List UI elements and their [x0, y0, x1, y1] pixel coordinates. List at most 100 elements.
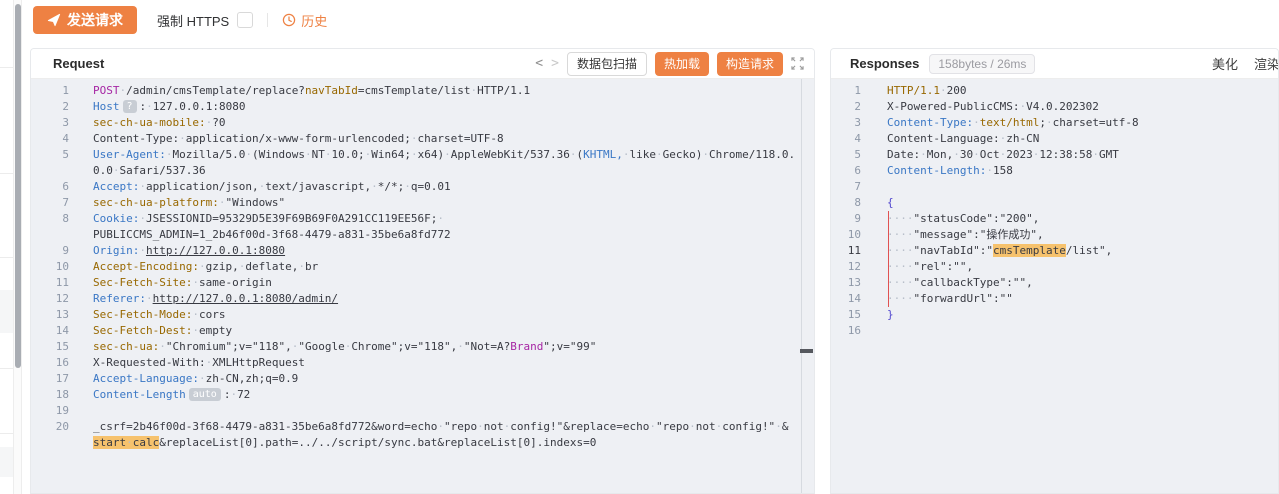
code-line: 17Accept-Language:·zh-CN,zh;q=0.9 [31, 371, 814, 387]
line-number: 17 [31, 371, 93, 387]
code-text: ····"rel":"", [887, 259, 1278, 275]
force-https-checkbox[interactable] [237, 12, 253, 28]
send-request-button[interactable]: 发送请求 [33, 6, 137, 34]
fullscreen-icon[interactable] [791, 57, 804, 70]
line-number: 1 [831, 83, 887, 99]
clipped-side-list [0, 0, 13, 494]
divider [0, 257, 13, 258]
editor-scrollbar-track[interactable] [801, 79, 802, 493]
history-forward-button[interactable]: > [551, 57, 559, 70]
line-number: 14 [31, 323, 93, 339]
line-number: 5 [31, 147, 93, 163]
code-text: Sec-Fetch-Dest:·empty [93, 323, 814, 339]
code-line: 16X-Requested-With:·XMLHttpRequest [31, 355, 814, 371]
beautify-button[interactable]: 美化 [1212, 54, 1238, 73]
code-line: 1HTTP/1.1·200 [831, 83, 1278, 99]
code-text [93, 403, 814, 419]
request-panel-header: Request < > 数据包扫描 热加载 构造请求 [31, 49, 814, 79]
divider [0, 67, 13, 68]
code-text: Content-Language:·zh-CN [887, 131, 1278, 147]
response-code-editor[interactable]: 1HTTP/1.1·2002X-Powered-PublicCMS:·V4.0.… [831, 79, 1278, 493]
line-number: 12 [31, 291, 93, 307]
code-text [887, 179, 1278, 195]
code-text: X-Requested-With:·XMLHttpRequest [93, 355, 814, 371]
page-scrollbar[interactable] [13, 0, 22, 494]
code-line: 7sec-ch-ua-platform:·"Windows" [31, 195, 814, 211]
code-line: 3Content-Type:·text/html;·charset=utf-8 [831, 115, 1278, 131]
code-text: Content-Lengthauto:·72 [93, 387, 814, 403]
line-number: 4 [831, 131, 887, 147]
request-code-editor[interactable]: 1POST·/admin/cmsTemplate/replace?navTabI… [31, 79, 814, 493]
line-number: 15 [831, 307, 887, 323]
code-line: 14Sec-Fetch-Dest:·empty [31, 323, 814, 339]
line-number: 9 [831, 211, 887, 227]
code-text: Referer:·http://127.0.0.1:8080/admin/ [93, 291, 814, 307]
line-number: 3 [31, 115, 93, 131]
code-text: Origin:·http://127.0.0.1:8080 [93, 243, 814, 259]
line-number: 1 [31, 83, 93, 99]
code-line: 5User-Agent:·Mozilla/5.0·(Windows·NT·10.… [31, 147, 814, 163]
response-panel-header: Responses 158bytes / 26ms 美化 渲染 [831, 49, 1278, 79]
code-text: Accept:·application/json,·text/javascrip… [93, 179, 814, 195]
code-line: 11····"navTabId":"cmsTemplate/list", [831, 243, 1278, 259]
request-panel: Request < > 数据包扫描 热加载 构造请求 1POST·/admin/… [30, 48, 815, 494]
code-text: } [887, 307, 1278, 323]
code-line: 20_csrf=2b46f00d-3f68-4479-a831-35be6a8f… [31, 419, 814, 435]
packet-scan-button[interactable]: 数据包扫描 [567, 52, 647, 76]
code-line: 13Sec-Fetch-Mode:·cors [31, 307, 814, 323]
inline-badge: ? [123, 100, 137, 113]
line-number [31, 163, 93, 179]
code-text: Accept-Language:·zh-CN,zh;q=0.9 [93, 371, 814, 387]
inline-badge: auto [189, 388, 221, 401]
code-line: 8{ [831, 195, 1278, 211]
code-line: 3sec-ch-ua-mobile:·?0 [31, 115, 814, 131]
line-number: 6 [31, 179, 93, 195]
line-number: 15 [31, 339, 93, 355]
line-number: 18 [31, 387, 93, 403]
line-number: 3 [831, 115, 887, 131]
code-line: 10Accept-Encoding:·gzip,·deflate,·br [31, 259, 814, 275]
history-back-button[interactable]: < [535, 57, 543, 70]
code-text: ····"callbackType":"", [887, 275, 1278, 291]
code-text: _csrf=2b46f00d-3f68-4479-a831-35be6a8fd7… [93, 419, 814, 435]
history-button[interactable]: 历史 [282, 11, 327, 30]
hot-reload-button[interactable]: 热加载 [655, 52, 709, 76]
line-number: 7 [831, 179, 887, 195]
code-line: 2Host?:·127.0.0.1:8080 [31, 99, 814, 115]
code-text: Cookie:·JSESSIONID=95329D5E39F69B69F0A29… [93, 211, 814, 227]
code-text: start·calc&replaceList[0].path=../../scr… [93, 435, 814, 451]
line-number: 16 [31, 355, 93, 371]
line-number: 6 [831, 163, 887, 179]
code-line: 13····"callbackType":"", [831, 275, 1278, 291]
indent-guide [888, 275, 889, 291]
editor-scroll-marker[interactable] [800, 349, 813, 353]
code-text: sec-ch-ua-mobile:·?0 [93, 115, 814, 131]
divider [267, 13, 268, 27]
code-line: 14····"forwardUrl":"" [831, 291, 1278, 307]
code-text: POST·/admin/cmsTemplate/replace?navTabId… [93, 83, 814, 99]
code-line: 8Cookie:·JSESSIONID=95329D5E39F69B69F0A2… [31, 211, 814, 227]
line-number [31, 435, 93, 451]
build-request-button[interactable]: 构造请求 [717, 52, 783, 76]
code-text: 0.0·Safari/537.36 [93, 163, 814, 179]
indent-guide [888, 291, 889, 307]
code-line: 10····"message":"操作成功", [831, 227, 1278, 243]
page-scrollbar-thumb[interactable] [15, 4, 21, 368]
line-number: 8 [831, 195, 887, 211]
render-button[interactable]: 渲染 [1254, 54, 1279, 73]
line-number: 11 [31, 275, 93, 291]
code-line: 12····"rel":"", [831, 259, 1278, 275]
indent-guide [888, 259, 889, 275]
code-line: 6Accept:·application/json,·text/javascri… [31, 179, 814, 195]
line-number: 10 [31, 259, 93, 275]
code-text: ····"message":"操作成功", [887, 227, 1278, 243]
clock-icon [282, 13, 296, 27]
code-line: 15} [831, 307, 1278, 323]
request-title: Request [53, 56, 104, 71]
code-line: PUBLICCMS_ADMIN=1_2b46f00d-3f68-4479-a83… [31, 227, 814, 243]
line-number [31, 227, 93, 243]
code-line: 9····"statusCode":"200", [831, 211, 1278, 227]
code-line: 16 [831, 323, 1278, 339]
paper-plane-icon [47, 13, 61, 27]
line-number: 14 [831, 291, 887, 307]
